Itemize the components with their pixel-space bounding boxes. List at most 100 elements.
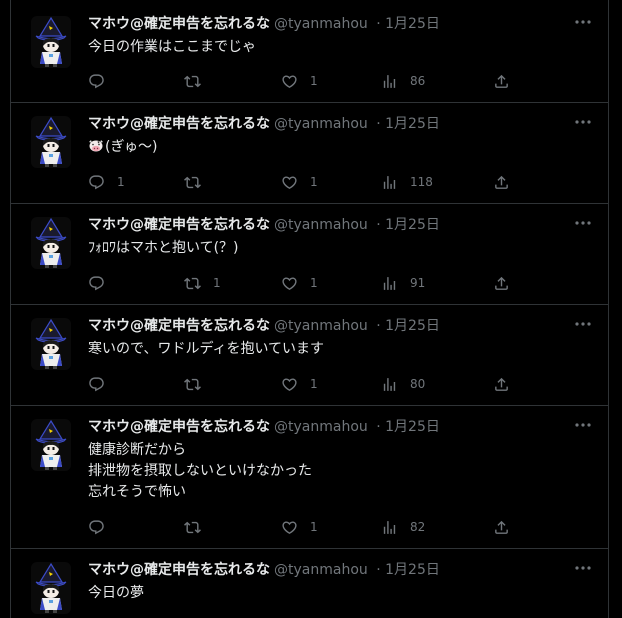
tweet-text-content: (ぎゅ〜) [105,139,158,155]
retweet-button[interactable] [184,374,213,394]
avatar[interactable] [31,217,71,269]
retweet-icon [184,275,201,292]
avatar[interactable] [31,419,71,471]
views-count: 86 [410,74,426,88]
more-icon[interactable] [574,565,592,571]
reply-button[interactable] [88,517,117,537]
heart-icon [281,519,298,536]
views-button[interactable]: 86 [381,71,425,91]
timestamp[interactable]: 1月25日 [385,419,440,435]
avatar[interactable] [31,116,71,168]
avatar[interactable] [31,562,71,614]
timeline: マホウ@確定申告を忘れるな @tyanmahou · 1月25日 今日の作業はここ… [10,0,609,618]
timestamp[interactable]: 1月25日 [385,217,440,233]
reply-icon [88,73,105,90]
tweet-header: マホウ@確定申告を忘れるな @tyanmahou · 1月25日 [88,14,440,34]
like-button[interactable]: 1 [281,71,318,91]
reply-button[interactable] [88,374,117,394]
reply-button[interactable] [88,71,117,91]
views-icon [381,275,398,292]
tweet-actions: 1 1 91 [88,273,518,293]
like-count: 1 [310,520,318,534]
views-button[interactable]: 118 [381,172,433,192]
tweet-actions: 1 80 [88,374,518,394]
more-icon[interactable] [574,220,592,226]
tweet-header: マホウ@確定申告を忘れるな @tyanmahou · 1月25日 [88,114,440,134]
display-name[interactable]: マホウ@確定申告を忘れるな [88,419,270,435]
more-icon[interactable] [574,321,592,327]
retweet-button[interactable] [184,517,213,537]
cow-face-icon [88,139,104,153]
views-button[interactable]: 91 [381,273,425,293]
like-count: 1 [310,175,318,189]
reply-icon [88,376,105,393]
tweet[interactable]: マホウ@確定申告を忘れるな @tyanmahou · 1月25日 今日の作業はここ… [11,3,608,103]
retweet-button[interactable]: 1 [184,273,221,293]
display-name[interactable]: マホウ@確定申告を忘れるな [88,116,270,132]
tweet[interactable]: マホウ@確定申告を忘れるな @tyanmahou · 1月25日 (ぎゅ〜) 1 … [11,103,608,204]
like-count: 1 [310,74,318,88]
like-button[interactable]: 1 [281,374,318,394]
timestamp[interactable]: 1月25日 [385,116,440,132]
share-icon [493,174,510,191]
tweet-text: 今日の作業はここまでじゃ [88,39,256,55]
timestamp[interactable]: 1月25日 [385,562,440,578]
display-name[interactable]: マホウ@確定申告を忘れるな [88,217,270,233]
share-button[interactable] [493,71,510,91]
views-count: 82 [410,520,426,534]
tweet-actions: 1 86 [88,71,518,91]
reply-icon [88,174,105,191]
more-icon[interactable] [574,422,592,428]
tweet-text: 健康診断だから 排泄物を摂取しないといけなかった 忘れそうで怖い [88,442,312,500]
separator: · [376,318,381,334]
handle[interactable]: @tyanmahou [274,217,368,233]
tweet[interactable]: マホウ@確定申告を忘れるな @tyanmahou · 1月25日 寒いので、ワドル… [11,305,608,406]
timestamp[interactable]: 1月25日 [385,318,440,334]
tweet[interactable]: マホウ@確定申告を忘れるな @tyanmahou · 1月25日 今日の夢 [11,549,608,618]
display-name[interactable]: マホウ@確定申告を忘れるな [88,562,270,578]
handle[interactable]: @tyanmahou [274,116,368,132]
like-button[interactable]: 1 [281,172,318,192]
views-count: 80 [410,377,426,391]
like-count: 1 [310,377,318,391]
tweet[interactable]: マホウ@確定申告を忘れるな @tyanmahou · 1月25日 健康診断だから … [11,406,608,549]
separator: · [376,116,381,132]
tweet-text: (ぎゅ〜) [88,137,158,158]
handle[interactable]: @tyanmahou [274,419,368,435]
share-icon [493,73,510,90]
views-count: 91 [410,276,426,290]
reply-button[interactable] [88,273,117,293]
heart-icon [281,73,298,90]
avatar[interactable] [31,318,71,370]
retweet-button[interactable] [184,172,213,192]
display-name[interactable]: マホウ@確定申告を忘れるな [88,318,270,334]
heart-icon [281,376,298,393]
views-button[interactable]: 80 [381,374,425,394]
share-button[interactable] [493,273,510,293]
handle[interactable]: @tyanmahou [274,16,368,32]
timestamp[interactable]: 1月25日 [385,16,440,32]
share-button[interactable] [493,517,510,537]
more-icon[interactable] [574,19,592,25]
reply-count: 1 [117,175,125,189]
like-button[interactable]: 1 [281,517,318,537]
tweet[interactable]: マホウ@確定申告を忘れるな @tyanmahou · 1月25日 ﾌｫﾛﾜはマホと… [11,204,608,305]
like-button[interactable]: 1 [281,273,318,293]
tweet-text: 寒いので、ワドルディを抱いています [88,341,325,357]
tweet-header: マホウ@確定申告を忘れるな @tyanmahou · 1月25日 [88,316,440,336]
share-button[interactable] [493,172,510,192]
views-button[interactable]: 82 [381,517,425,537]
avatar[interactable] [31,16,71,68]
handle[interactable]: @tyanmahou [274,318,368,334]
display-name[interactable]: マホウ@確定申告を忘れるな [88,16,270,32]
more-icon[interactable] [574,119,592,125]
tweet-actions: 1 82 [88,517,518,537]
share-button[interactable] [493,374,510,394]
retweet-button[interactable] [184,71,213,91]
views-icon [381,376,398,393]
handle[interactable]: @tyanmahou [274,562,368,578]
like-count: 1 [310,276,318,290]
separator: · [376,16,381,32]
views-icon [381,174,398,191]
reply-button[interactable]: 1 [88,172,125,192]
